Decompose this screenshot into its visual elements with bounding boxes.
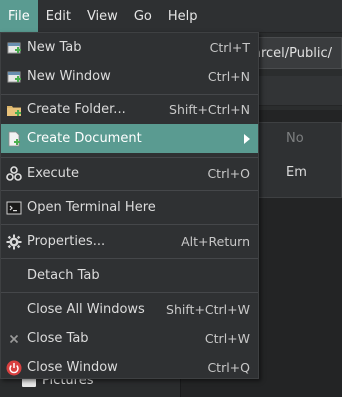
menu-separator: [1, 157, 258, 158]
menu-item-shortcut: Shift+Ctrl+N: [169, 102, 250, 117]
menu-item-create-folder[interactable]: Create Folder... Shift+Ctrl+N: [1, 95, 258, 124]
menu-item-label: Properties...: [27, 234, 106, 249]
submenu-item-no-templates: No: [286, 131, 304, 146]
menu-separator: [1, 224, 258, 225]
menu-item-new-tab[interactable]: New Tab Ctrl+T: [1, 33, 258, 62]
gear-icon: [6, 234, 22, 250]
menu-item-label: New Tab: [27, 40, 82, 55]
menubar: File Edit View Go Help: [0, 0, 342, 33]
create-document-submenu: No Em: [258, 122, 342, 198]
menubar-help[interactable]: Help: [160, 0, 206, 33]
menubar-go[interactable]: Go: [126, 0, 160, 33]
create-folder-icon: [6, 102, 22, 118]
menu-item-shortcut: Shift+Ctrl+W: [166, 302, 250, 317]
location-path-text: arcel/Public/: [253, 45, 333, 61]
menu-item-detach-tab[interactable]: Detach Tab: [1, 261, 258, 290]
menu-item-label: Execute: [27, 166, 79, 181]
submenu-arrow-icon: [244, 133, 250, 144]
new-tab-icon: [6, 40, 22, 56]
menu-item-label: Create Document: [27, 131, 142, 146]
menu-item-shortcut: Ctrl+T: [209, 40, 250, 55]
menu-item-shortcut: Alt+Return: [181, 234, 250, 249]
location-bar[interactable]: arcel/Public/: [246, 37, 342, 69]
create-document-icon: [6, 131, 22, 147]
power-icon: [6, 360, 22, 376]
menu-item-create-document[interactable]: Create Document: [1, 124, 258, 153]
menu-item-shortcut: Ctrl+W: [204, 331, 250, 346]
menu-item-new-window[interactable]: New Window Ctrl+N: [1, 62, 258, 91]
menu-item-execute[interactable]: Execute Ctrl+O: [1, 159, 258, 188]
menu-item-label: Create Folder...: [27, 102, 126, 117]
new-window-icon: [6, 69, 22, 85]
menu-item-shortcut: Ctrl+O: [207, 166, 250, 181]
menubar-view[interactable]: View: [79, 0, 126, 33]
menu-item-close-all-windows[interactable]: Close All Windows Shift+Ctrl+W: [1, 295, 258, 324]
menu-item-shortcut: Ctrl+N: [207, 69, 250, 84]
menu-item-close-tab[interactable]: Close Tab Ctrl+W: [1, 324, 258, 353]
menu-item-label: Close Tab: [27, 331, 89, 346]
file-menu: New Tab Ctrl+T New Window Ctrl+N Create: [0, 32, 259, 379]
execute-icon: [6, 165, 22, 182]
menu-item-label: Open Terminal Here: [27, 200, 156, 215]
menu-item-properties[interactable]: Properties... Alt+Return: [1, 227, 258, 256]
menu-item-open-terminal[interactable]: Open Terminal Here: [1, 193, 258, 222]
menu-item-label: Detach Tab: [27, 268, 100, 283]
menu-item-label: Close Window: [27, 360, 118, 375]
menu-item-label: New Window: [27, 69, 111, 84]
terminal-icon: [6, 200, 22, 216]
close-icon: [6, 331, 22, 347]
submenu-item-empty-file[interactable]: Em: [286, 165, 307, 180]
menubar-file[interactable]: File: [0, 0, 38, 33]
menu-item-label: Close All Windows: [27, 302, 145, 317]
menu-item-shortcut: Ctrl+Q: [207, 360, 250, 375]
menu-separator: [1, 258, 258, 259]
menu-item-close-window[interactable]: Close Window Ctrl+Q: [1, 353, 258, 382]
menu-separator: [1, 190, 258, 191]
menu-separator: [1, 292, 258, 293]
menubar-edit[interactable]: Edit: [38, 0, 79, 33]
